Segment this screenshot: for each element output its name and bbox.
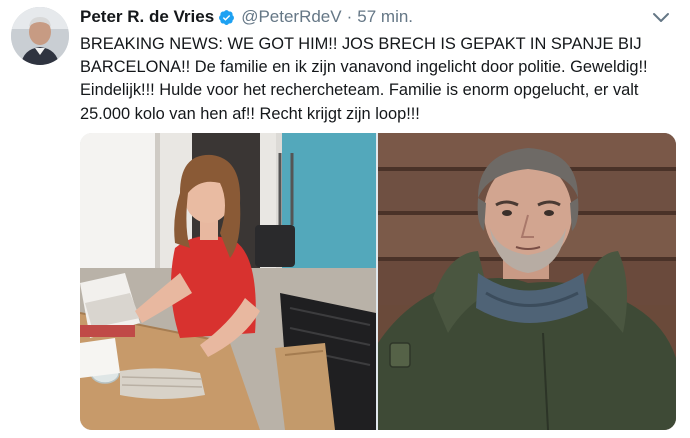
- office-photo-image: [80, 133, 376, 430]
- timestamp[interactable]: 57 min.: [357, 7, 413, 27]
- media-grid: [80, 133, 676, 430]
- user-avatar-icon: [11, 7, 69, 65]
- tweet-text-line: BARCELONA!! De familie en ik zijn vanavo…: [80, 58, 648, 77]
- chevron-down-icon[interactable]: [652, 10, 670, 24]
- avatar[interactable]: [11, 7, 69, 65]
- media-photo-right[interactable]: [378, 133, 676, 430]
- tweet: Peter R. de Vries @PeterRdeV · 57 min. B…: [0, 0, 690, 438]
- tweet-text-line: BREAKING NEWS: WE GOT HIM!! JOS BRECH IS…: [80, 35, 642, 53]
- tweet-header: Peter R. de Vries @PeterRdeV · 57 min.: [80, 6, 413, 28]
- media-photo-left[interactable]: [80, 133, 376, 430]
- tweet-text-line: 25.000 kolo van hen af!! Recht krijgt zi…: [80, 104, 420, 123]
- tweet-text-line: Eindelijk!!! Hulde voor het recherchetea…: [80, 81, 639, 100]
- handle[interactable]: @PeterRdeV: [241, 7, 341, 27]
- tweet-text: BREAKING NEWS: WE GOT HIM!! JOS BRECH IS…: [80, 33, 680, 126]
- display-name[interactable]: Peter R. de Vries: [80, 7, 214, 27]
- verified-badge-icon: [219, 9, 235, 25]
- portrait-photo-image: [378, 133, 676, 430]
- separator-dot: ·: [346, 7, 353, 26]
